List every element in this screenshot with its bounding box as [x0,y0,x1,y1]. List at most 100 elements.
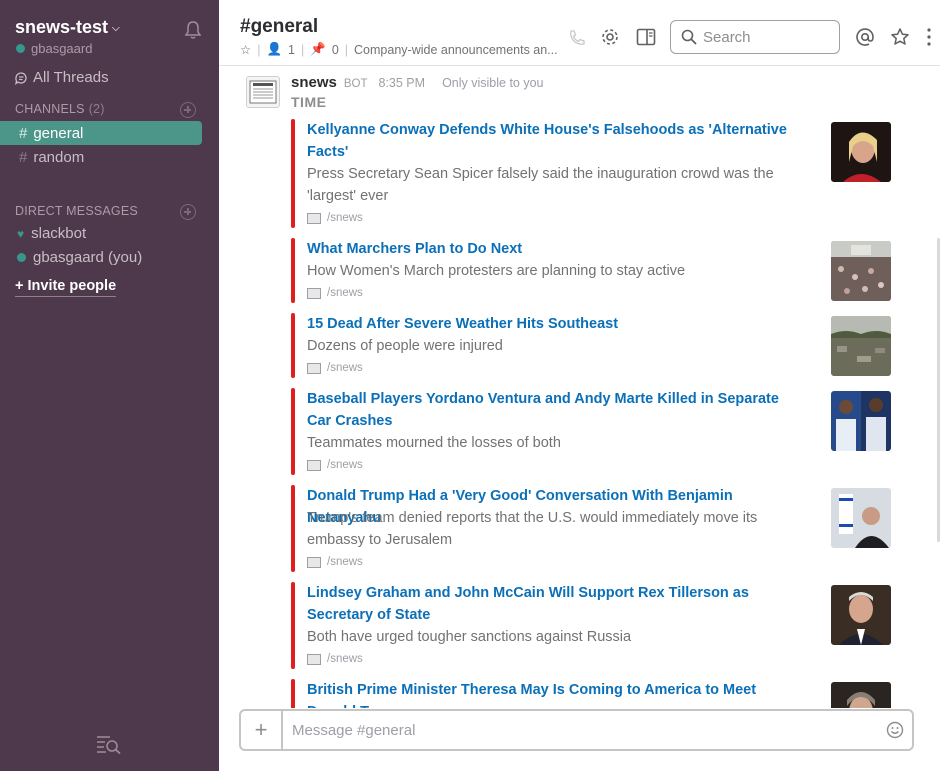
attachment-bar [291,388,295,475]
divider: | [344,42,349,57]
footer-label: /snews [327,653,363,665]
article-title-link[interactable]: Kellyanne Conway Defends White House's F… [307,119,805,163]
message-list[interactable]: snews BOT 8:35 PM Only visible to you TI… [219,66,940,708]
all-threads-link[interactable]: All Threads [14,69,109,86]
article-thumbnail[interactable] [831,488,891,548]
channels-header-label: CHANNELS [15,102,85,116]
article-attachment: Lindsey Graham and John McCain Will Supp… [291,582,891,669]
message-timestamp[interactable]: 8:35 PM [379,76,426,90]
article-attachment: British Prime Minister Theresa May Is Co… [291,679,891,708]
footer-label: /snews [327,287,363,299]
article-thumbnail[interactable] [831,682,891,708]
newspaper-icon [307,556,321,568]
newspaper-icon [307,459,321,471]
article-title-link[interactable]: What Marchers Plan to Do Next [307,238,805,260]
all-threads-label: All Threads [33,69,109,86]
article-thumbnail[interactable] [831,585,891,645]
newspaper-icon [307,653,321,665]
smiley-icon [886,721,904,739]
footer-label: /snews [327,362,363,374]
phone-icon[interactable] [567,28,587,48]
article-attachment: 15 Dead After Severe Weather Hits Southe… [291,313,891,378]
user-name: gbasgaard [31,41,93,56]
add-channel-icon[interactable] [180,102,196,118]
pin-icon[interactable]: 📌 [310,42,326,57]
add-file-button[interactable]: + [241,711,283,749]
sidebar: snews-test ⌵ gbasgaard All Threads CHANN… [0,0,219,771]
heart-icon: ♥ [17,226,25,241]
channel-title[interactable]: #general [240,16,318,38]
bot-avatar[interactable] [246,76,280,108]
article-attachment: Donald Trump Had a 'Very Good' Conversat… [291,485,891,572]
member-count[interactable]: 1 [288,43,295,57]
article-thumbnail[interactable] [831,122,891,182]
channel-meta: ☆ | 👤 1 | 📌 0 | Company-wide announcemen… [240,42,558,57]
current-user[interactable]: gbasgaard [16,41,92,56]
divider: | [257,42,261,57]
channel-label: random [33,148,85,166]
article-attachment: Baseball Players Yordano Ventura and And… [291,388,891,475]
article-thumbnail[interactable] [831,241,891,301]
bot-badge: BOT [343,78,368,90]
emoji-button[interactable] [878,721,912,739]
message-input[interactable]: Message #general [283,722,878,739]
direct-messages-header[interactable]: DIRECT MESSAGES [15,204,138,218]
star-icon[interactable]: ☆ [240,42,251,57]
add-dm-icon[interactable] [180,204,196,220]
article-description: Press Secretary Sean Spicer falsely said… [307,166,774,204]
dm-label: slackbot [31,225,87,242]
attachment-bar [291,679,295,708]
dm-item-self[interactable]: gbasgaard (you) [17,249,142,266]
team-name: snews-test [15,17,109,37]
sidebar-item-general[interactable]: # general [0,121,202,145]
channels-count: (2) [88,102,105,116]
newspaper-icon [307,212,321,224]
divider: | [301,42,305,57]
dm-item-slackbot[interactable]: ♥ slackbot [17,225,86,242]
news-source: TIME [291,94,327,110]
article-description: Teammates mourned the losses of both [307,435,561,451]
newspaper-icon [307,287,321,299]
chevron-down-icon: ⌵ [112,23,120,34]
threads-icon [15,71,27,85]
attachment-bar [291,582,295,669]
attachment-bar [291,485,295,572]
star-icon[interactable] [890,27,910,47]
article-thumbnail[interactable] [831,391,891,451]
attachment-footer: /snews [307,459,363,471]
search-input[interactable]: Search [670,20,840,54]
sender-name[interactable]: snews [291,74,337,91]
hash-icon: # [19,148,28,166]
gear-icon[interactable] [600,27,620,47]
newspaper-icon [249,80,277,104]
members-icon[interactable]: 👤 [266,42,282,57]
article-title-link[interactable]: Lindsey Graham and John McCain Will Supp… [307,582,805,626]
sidebar-item-random[interactable]: # random [0,145,202,169]
attachment-footer: /snews [307,362,363,374]
attachment-footer: /snews [307,653,363,665]
mentions-icon[interactable] [855,27,875,47]
invite-people-button[interactable]: + Invite people [15,278,117,297]
team-menu[interactable]: snews-test ⌵ [15,17,120,38]
attachment-footer: /snews [307,212,363,224]
article-title-link[interactable]: British Prime Minister Theresa May Is Co… [307,679,805,708]
article-thumbnail[interactable] [831,316,891,376]
search-placeholder: Search [703,28,751,46]
visibility-note: Only visible to you [442,76,544,90]
attachment-bar [291,313,295,378]
dm-header-label: DIRECT MESSAGES [15,204,138,218]
quick-switcher-icon[interactable] [96,734,122,754]
article-description: Both have urged tougher sanctions agains… [307,629,632,645]
article-title-link[interactable]: Baseball Players Yordano Ventura and And… [307,388,805,432]
message-header: snews BOT 8:35 PM Only visible to you [291,74,544,91]
article-title-link[interactable]: 15 Dead After Severe Weather Hits Southe… [307,313,805,335]
bell-icon[interactable] [183,20,203,40]
channels-header[interactable]: CHANNELS (2) [15,102,105,116]
dm-label: gbasgaard (you) [33,249,143,266]
more-options-icon[interactable] [919,27,939,47]
pin-count[interactable]: 0 [332,43,339,57]
sidebar-toggle-icon[interactable] [636,27,656,47]
presence-active-icon [17,253,26,262]
message-composer: + Message #general [239,709,914,751]
channel-topic[interactable]: Company-wide announcements an... [354,43,558,57]
